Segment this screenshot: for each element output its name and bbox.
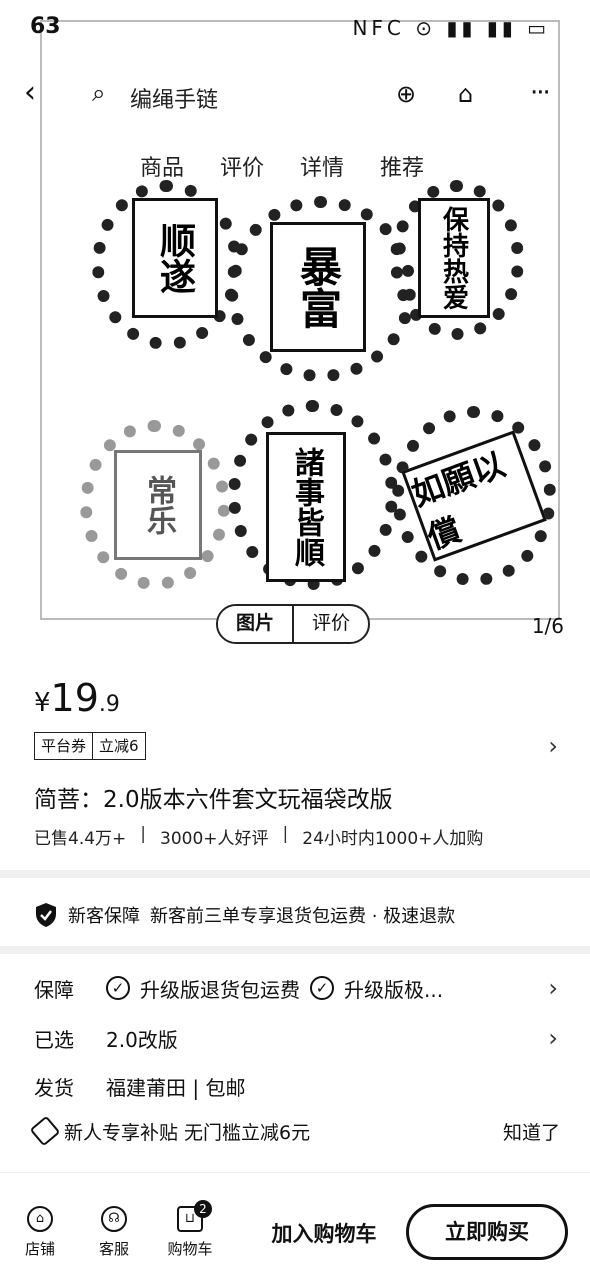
product-card-1: 顺遂: [132, 198, 218, 318]
cart-icon[interactable]: ⌂: [458, 80, 473, 108]
section-tabs: 商品 评价 详情 推荐: [140, 150, 424, 184]
sales-stats: 已售4.4万+ | 3000+人好评 | 24小时内1000+人加购: [34, 824, 483, 849]
guarantee-name: 新客保障: [68, 906, 140, 927]
share-icon[interactable]: ⊕: [396, 80, 416, 108]
guarantee-row[interactable]: 保障 ✓ 升级版退货包运费 ✓ 升级版极... ›: [34, 970, 564, 1006]
divider: [0, 1172, 590, 1173]
status-time: 63: [30, 14, 61, 39]
product-card-5: 諸事皆順: [266, 432, 346, 582]
search-query[interactable]: 编绳手链: [130, 82, 218, 114]
bottom-action-bar: ⌂ 店铺 ☊ 客服 ⊔ 2 购物车 加入购物车 立即购买: [0, 1190, 590, 1280]
shipping-row: 发货 福建莆田 | 包邮: [34, 1068, 564, 1104]
cart-label: 购物车: [167, 1240, 213, 1258]
headset-icon: ☊: [101, 1206, 127, 1232]
divider: [0, 870, 590, 878]
selected-variant-row[interactable]: 已选 2.0改版 ›: [34, 1020, 564, 1056]
price-decimal: .9: [98, 692, 120, 717]
shop-button[interactable]: ⌂ 店铺: [10, 1206, 70, 1259]
product-card-3: 保持热爱: [418, 198, 490, 318]
product-image-carousel[interactable]: 顺遂 暴富 保持热爱 常乐 諸事皆順 如願以償 63 NFC ⊙ ▮▮ ▮▮ ▭…: [0, 0, 590, 660]
check-circle-icon: ✓: [106, 976, 130, 1000]
shield-icon: [36, 903, 56, 927]
tab-details[interactable]: 详情: [300, 150, 344, 184]
tab-reviews[interactable]: 评价: [220, 150, 264, 184]
divider: |: [140, 824, 147, 844]
add-to-cart-button[interactable]: 加入购物车: [254, 1208, 394, 1260]
product-card-2: 暴富: [270, 222, 366, 352]
recent-add-count: 24小时内1000+人加购: [302, 829, 484, 849]
media-switch: 图片 评价: [216, 604, 371, 644]
status-icons: NFC ⊙ ▮▮ ▮▮ ▭: [352, 16, 550, 40]
shop-label: 店铺: [24, 1240, 55, 1258]
back-icon[interactable]: ‹: [24, 78, 54, 108]
row-value: ✓ 升级版退货包运费 ✓ 升级版极...: [106, 974, 564, 1003]
service-label: 客服: [98, 1240, 129, 1258]
price-integer: 19: [50, 676, 99, 720]
subsidy-text: 新人专享补贴 无门槛立减6元: [64, 1121, 311, 1144]
tag-icon: [29, 1115, 61, 1147]
buy-now-button[interactable]: 立即购买: [406, 1204, 568, 1260]
chevron-right-icon: ›: [548, 974, 558, 1002]
coupon-row[interactable]: 平台券 立减6 ›: [34, 732, 564, 762]
good-review-count: 3000+人好评: [160, 829, 269, 849]
customer-service-button[interactable]: ☊ 客服: [84, 1206, 144, 1259]
review-switch-button[interactable]: 评价: [294, 606, 368, 642]
cart-count-badge: 2: [194, 1200, 212, 1218]
guarantee-text: 新客前三单专享退货包运费 · 极速退款: [150, 906, 456, 927]
divider: [0, 946, 590, 954]
coupon-type: 平台券: [41, 737, 87, 755]
coupon-amount: 立减6: [92, 733, 145, 759]
product-title: 简菩：2.0版本六件套文玩福袋改版: [34, 787, 393, 813]
coupon-badge: 平台券 立减6: [34, 732, 146, 760]
divider: |: [282, 824, 289, 844]
guarantee-item-1: 升级版退货包运费: [140, 977, 300, 1002]
new-user-subsidy: 新人专享补贴 无门槛立减6元 知道了: [29, 1114, 564, 1148]
check-circle-icon: ✓: [310, 976, 334, 1000]
guarantee-item-2: 升级版极...: [344, 977, 444, 1002]
cart-button[interactable]: ⊔ 2 购物车: [160, 1200, 220, 1259]
tab-product[interactable]: 商品: [140, 150, 184, 184]
top-nav-bar: ‹ ⌕ 编绳手链 ⊕ ⌂ ···: [0, 70, 590, 120]
selected-variant: 2.0改版: [106, 1027, 178, 1052]
chevron-right-icon: ›: [548, 1024, 558, 1052]
shipping-info: 福建莆田 | 包邮: [106, 1075, 246, 1100]
row-label: 保障: [34, 977, 74, 1002]
product-card-4: 常乐: [114, 450, 202, 560]
status-bar: 63 NFC ⊙ ▮▮ ▮▮ ▭: [0, 0, 590, 56]
more-icon[interactable]: ···: [530, 78, 551, 108]
shop-icon: ⌂: [27, 1206, 53, 1232]
row-label: 发货: [34, 1075, 74, 1100]
new-customer-guarantee[interactable]: 新客保障 新客前三单专享退货包运费 · 极速退款: [34, 902, 455, 928]
row-label: 已选: [34, 1027, 74, 1052]
tab-recommend[interactable]: 推荐: [380, 150, 424, 184]
image-counter: 1/6: [531, 614, 564, 638]
dismiss-button[interactable]: 知道了: [503, 1118, 560, 1145]
price-currency: ¥: [34, 688, 51, 718]
search-icon[interactable]: ⌕: [92, 78, 122, 108]
image-switch-button[interactable]: 图片: [218, 606, 295, 642]
price: ¥ 19 .9: [34, 676, 120, 720]
sold-count: 已售4.4万+: [34, 829, 127, 849]
chevron-right-icon: ›: [548, 732, 558, 760]
